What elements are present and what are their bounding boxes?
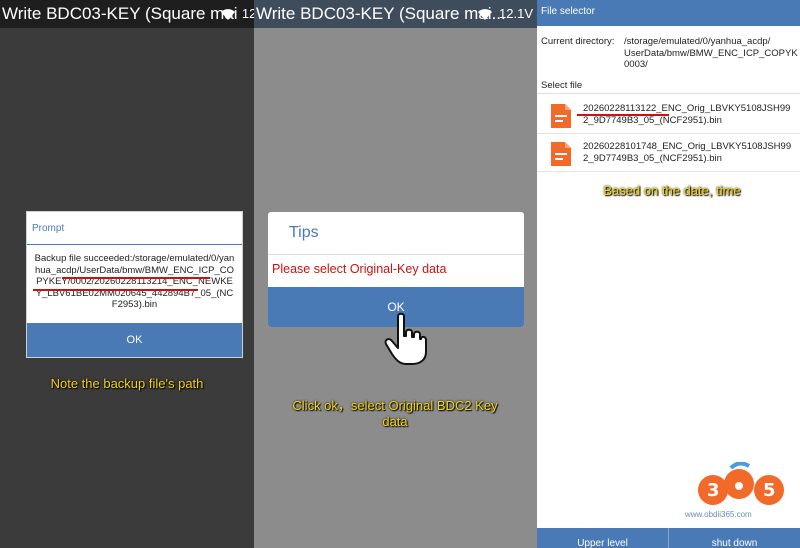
caption-text: Click ok，select Original BDC2 Key data [292,398,498,429]
dialog-message: Backup file succeeded:/storage/emulated/… [34,253,235,311]
tips-panel: Write BDC03-KEY (Square mai... 12.1V Tip… [254,0,537,548]
path-line: /storage/emulated/0/yanhua_acdp/ [624,36,771,47]
wifi-icon [478,8,493,20]
file-list-item[interactable]: 20260228113122_ENC_Orig_LBVKY5108JSH99 2… [537,98,800,134]
ok-button[interactable]: OK [27,323,242,357]
status-title: Write BDC03-KEY (Square mai [2,4,238,23]
status-bar: Write BDC03-KEY (Square mai 12. [0,0,254,28]
svg-text:3: 3 [707,480,720,501]
status-right: 12.1V [477,5,533,23]
prompt-dialog: Prompt Backup file succeeded:/storage/em… [26,211,243,358]
voltage-text: 12.1V [499,6,533,21]
status-bar: Write BDC03-KEY (Square mai... 12.1V [254,0,537,28]
file-name-line: 20260228101748_ENC_Orig_LBVKY5108JSH99 [583,141,792,152]
file-selector-title: File selector [537,0,800,26]
dialog-title: Tips [268,212,524,255]
pointing-hand-icon [384,312,427,365]
path-line: 0003/ [624,59,648,71]
status-title: Write BDC03-KEY (Square mai... [256,4,506,23]
upper-level-button[interactable]: Upper level [537,528,669,548]
file-name-line: 2_9D7749B3_05_(NCF2951).bin [583,115,722,126]
dialog-title: Prompt [27,212,242,245]
tips-dialog: Tips Please select Original-Key data OK [268,212,524,327]
highlight-underline [62,277,210,279]
select-file-label: Select file [541,80,583,91]
dialog-message: Please select Original-Key data [272,262,447,276]
file-name-line: 2_9D7749B3_05_(NCF2951).bin [583,153,722,164]
file-selector-panel: File selector Current directory: /storag… [537,0,800,548]
bottom-action-bar: Upper level shut down [537,528,800,548]
shut-down-button[interactable]: shut down [669,528,800,548]
highlight-underline [33,289,198,291]
backup-panel: Write BDC03-KEY (Square mai 12. Prompt B… [0,0,254,548]
watermark-url: www.obdii365.com [685,510,752,519]
status-right: 12. [220,5,254,23]
current-directory: Current directory: /storage/emulated/0/y… [541,36,800,70]
file-list-item[interactable]: 20260228101748_ENC_Orig_LBVKY5108JSH99 2… [537,136,800,172]
file-name: 20260228101748_ENC_Orig_LBVKY5108JSH99 2… [583,141,800,165]
path-line: UserData/bmw/BMW_ENC_ICP_COPYK [624,47,798,59]
voltage-text: 12. [241,6,254,21]
current-directory-label: Current directory: [541,36,615,47]
current-directory-path: /storage/emulated/0/yanhua_acdp/ UserDat… [624,36,800,71]
highlight-underline [577,114,669,116]
caption-text: Note the backup file's path [50,376,204,391]
wifi-icon [220,8,235,20]
divider [537,93,800,94]
svg-text:5: 5 [763,480,776,501]
file-icon [551,104,571,128]
caption-text: Based on the date, time [603,183,741,198]
file-icon [551,142,571,166]
